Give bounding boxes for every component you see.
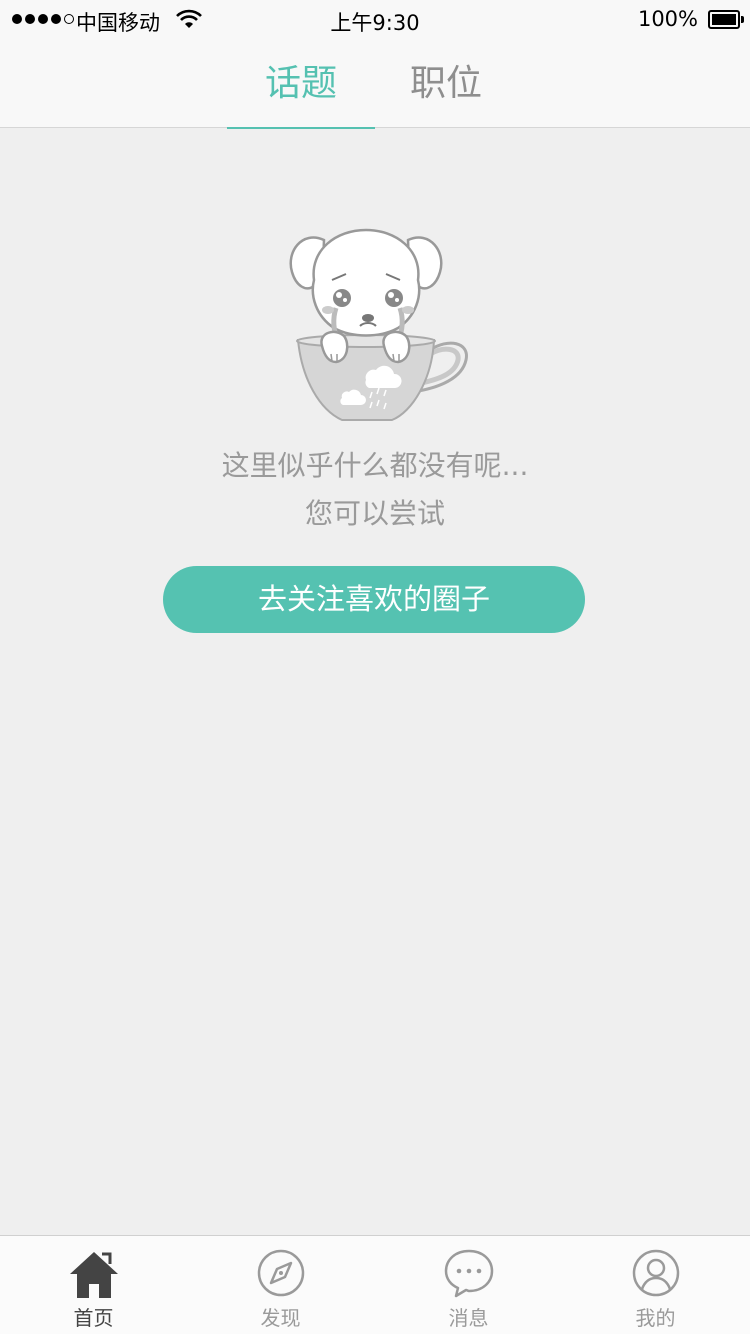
follow-circles-button[interactable]: 去关注喜欢的圈子	[163, 566, 585, 633]
user-icon	[632, 1249, 679, 1297]
home-icon	[69, 1252, 118, 1298]
battery-icon	[708, 10, 744, 29]
compass-icon	[257, 1249, 304, 1297]
status-bar: 中国移动 上午9:30 100%	[0, 0, 750, 40]
tab-jobs[interactable]: 职位	[372, 40, 520, 128]
nav-messages[interactable]: 消息	[375, 1236, 562, 1334]
empty-state-hint: 您可以尝试	[304, 497, 445, 530]
nav-discover-label: 发现	[260, 1306, 301, 1330]
top-tab-bar: 话题 职位	[0, 40, 750, 129]
nav-profile[interactable]: 我的	[562, 1236, 749, 1334]
nav-discover[interactable]: 发现	[187, 1236, 374, 1334]
tab-topics[interactable]: 话题	[227, 40, 375, 129]
battery-percentage: 100%	[637, 7, 698, 31]
crying-puppy-teacup-icon	[289, 228, 468, 421]
empty-state-message: 这里似乎什么都没有呢...	[221, 449, 529, 482]
bottom-tab-bar: 首页 发现 消息 我的	[0, 1235, 750, 1334]
nav-profile-label: 我的	[635, 1306, 676, 1330]
chat-bubble-icon	[444, 1249, 493, 1298]
nav-home-label: 首页	[73, 1306, 114, 1330]
nav-messages-label: 消息	[448, 1306, 489, 1330]
nav-home[interactable]: 首页	[0, 1236, 187, 1334]
